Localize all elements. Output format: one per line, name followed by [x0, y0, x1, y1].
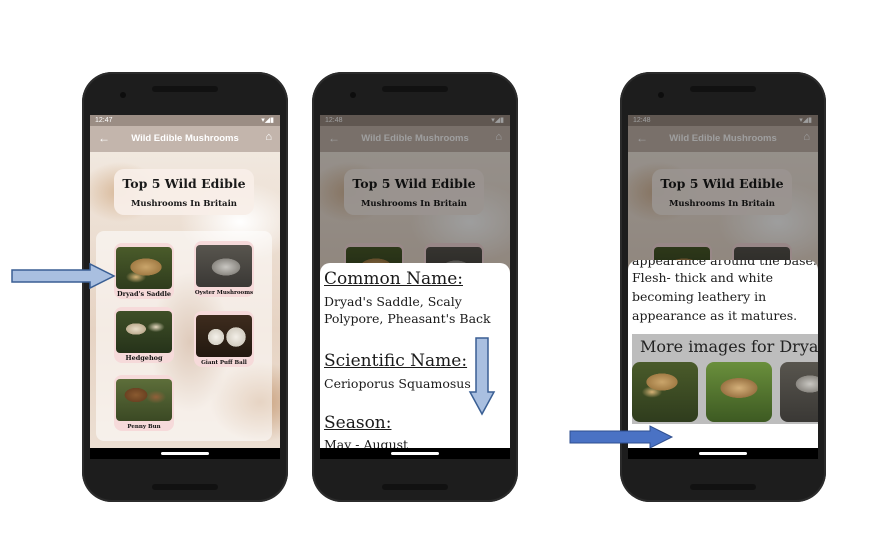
app-bar: ← Wild Edible Mushrooms ⌂ — [90, 126, 280, 152]
more-image-1[interactable] — [632, 362, 698, 422]
screen-home: 12:47 ▾◢▮ ← Wild Edible Mushrooms ⌂ Top … — [90, 115, 280, 459]
home-gesture-pill[interactable] — [699, 452, 747, 455]
front-camera — [350, 92, 356, 98]
heading-line1: Top 5 Wild Edible — [122, 176, 246, 191]
hedgehog-image — [116, 311, 172, 353]
screen-detail-scrolled: 12:48 ▾◢▮ ← Wild Edible Mushrooms ⌂ Top … — [628, 115, 818, 459]
speaker-bottom — [382, 484, 448, 490]
detail-sheet-scrolled[interactable]: appearance around the base. Flesh- thick… — [628, 260, 818, 448]
description-line-2: Flesh- thick and white — [632, 270, 773, 285]
speaker-bottom — [152, 484, 218, 490]
description-line-3: becoming leathery in — [632, 289, 767, 304]
heading-line2: Mushrooms In Britain — [131, 199, 237, 209]
description-line-1: appearance around the base. — [632, 260, 817, 268]
scientific-name-heading: Scientific Name: — [324, 351, 468, 371]
home-gesture-pill[interactable] — [161, 452, 209, 455]
home-gesture-pill[interactable] — [391, 452, 439, 455]
season-value: May - August — [324, 437, 409, 448]
right-arrow-annotation-2 — [569, 425, 674, 449]
tile-label: Giant Puff Ball — [201, 360, 247, 366]
right-arrow-annotation-1 — [11, 262, 116, 290]
front-camera — [120, 92, 126, 98]
tile-label: Dryad's Saddle — [116, 290, 172, 298]
tile-oyster-mushrooms[interactable]: Oyster Mushrooms — [194, 241, 254, 297]
speaker-top — [152, 86, 218, 92]
status-time: 12:47 — [95, 117, 113, 124]
tile-penny-bun[interactable]: Penny Bun — [114, 375, 174, 431]
penny-bun-image — [116, 379, 172, 421]
front-camera — [658, 92, 664, 98]
common-name-value-1: Dryad's Saddle, Scaly — [324, 294, 462, 309]
speaker-top — [690, 86, 756, 92]
tile-hedgehog[interactable]: Hedgehog — [114, 307, 174, 363]
tile-label: Penny Bun — [127, 424, 161, 430]
tile-label: Oyster Mushrooms — [194, 290, 254, 296]
tile-dryads-saddle[interactable]: Dryad's Saddle — [114, 243, 174, 299]
nav-bar — [320, 448, 510, 459]
tile-giant-puff-ball[interactable]: Giant Puff Ball — [194, 311, 254, 367]
dryads-saddle-image — [116, 247, 172, 289]
more-images-title: More images for Dryad's Saddle — [640, 337, 818, 356]
speaker-bottom — [690, 484, 756, 490]
scientific-name-value: Cerioporus Squamosus — [324, 376, 471, 391]
heading-card: Top 5 Wild Edible Mushrooms In Britain — [114, 169, 254, 215]
home-icon[interactable]: ⌂ — [265, 131, 272, 143]
oyster-mushrooms-image — [196, 245, 252, 287]
down-arrow-annotation — [468, 337, 496, 416]
more-image-3[interactable] — [780, 362, 818, 422]
tile-label: Hedgehog — [125, 354, 163, 362]
more-images-section[interactable]: More images for Dryad's Saddle — [632, 334, 818, 424]
season-heading: Season: — [324, 413, 392, 433]
status-bar: 12:47 ▾◢▮ — [90, 115, 280, 126]
more-image-2[interactable] — [706, 362, 772, 422]
speaker-top — [382, 86, 448, 92]
phone-detail: 12:48 ▾◢▮ ← Wild Edible Mushrooms ⌂ Top … — [312, 72, 518, 502]
giant-puff-ball-image — [196, 315, 252, 357]
app-title: Wild Edible Mushrooms — [131, 133, 239, 144]
status-icons: ▾◢▮ — [261, 117, 274, 124]
common-name-value-2: Polypore, Pheasant's Back — [324, 311, 491, 326]
common-name-heading: Common Name: — [324, 269, 463, 289]
nav-bar — [90, 448, 280, 459]
description-line-4: appearance as it matures. — [632, 308, 798, 323]
